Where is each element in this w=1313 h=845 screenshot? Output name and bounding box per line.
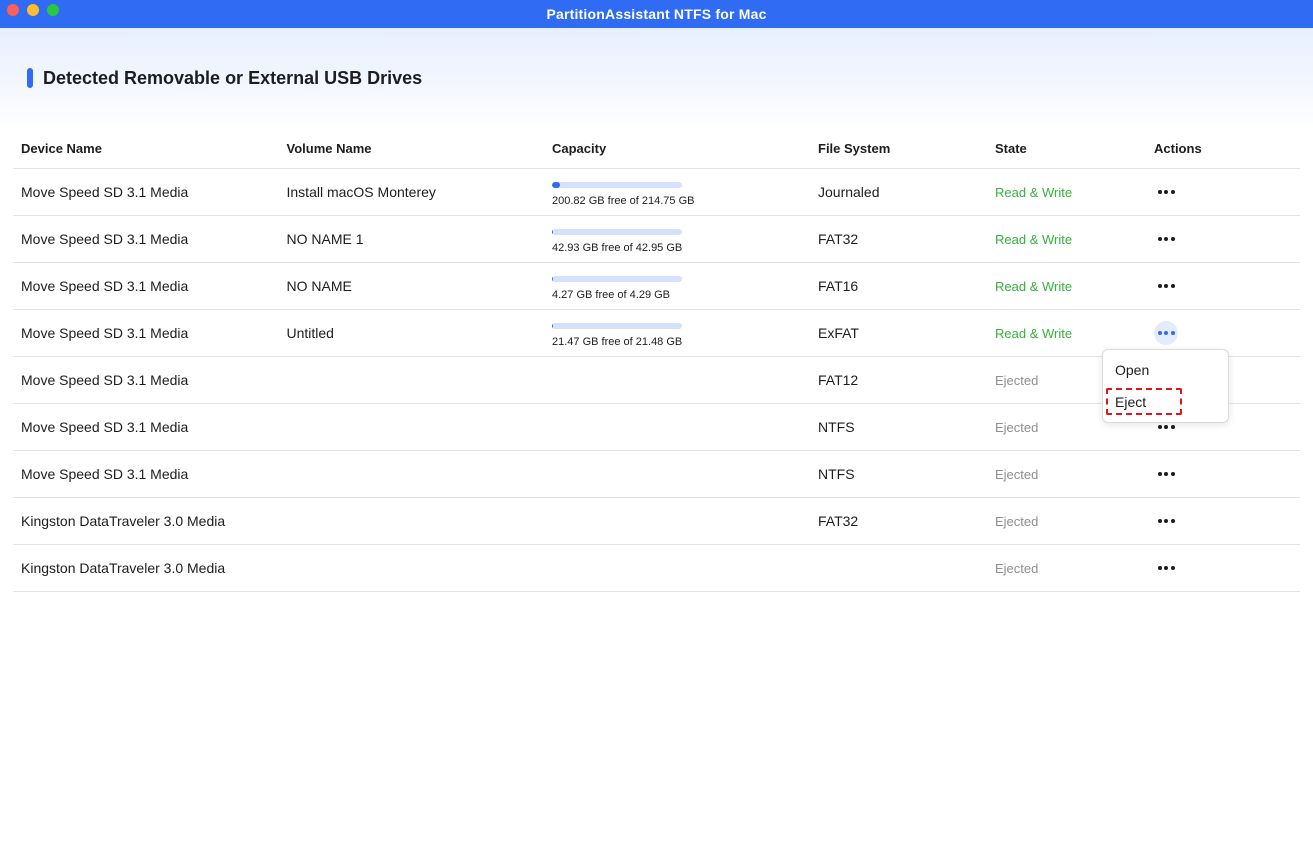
capacity-bar-fill xyxy=(552,228,554,235)
window-controls xyxy=(7,4,59,16)
volume-name: Untitled xyxy=(286,325,334,341)
device-name: Move Speed SD 3.1 Media xyxy=(21,466,189,482)
device-name: Move Speed SD 3.1 Media xyxy=(21,184,189,200)
capacity-bar xyxy=(552,181,682,188)
menu-item-open[interactable]: Open xyxy=(1115,362,1149,378)
volume-name: NO NAME xyxy=(286,278,352,294)
minimize-window-button[interactable] xyxy=(27,4,39,16)
state-label: Ejected xyxy=(995,466,1039,482)
actions-cell xyxy=(1146,556,1296,580)
capacity-bar-fill xyxy=(552,181,561,188)
actions-cell xyxy=(1146,462,1296,486)
actions-cell xyxy=(1146,227,1296,251)
actions-cell xyxy=(1146,509,1296,533)
file-system: NTFS xyxy=(818,466,855,482)
actions-context-menu: Open Eject xyxy=(1102,349,1229,423)
capacity-bar-fill xyxy=(552,322,554,329)
file-system: FAT12 xyxy=(818,372,859,388)
capacity-text: 4.27 GB free of 4.29 GB xyxy=(552,288,671,301)
section-header: Detected Removable or External USB Drive… xyxy=(27,66,422,90)
file-system: Journaled xyxy=(818,184,880,200)
capacity-text: 21.47 GB free of 21.48 GB xyxy=(552,335,683,348)
device-name: Move Speed SD 3.1 Media xyxy=(21,419,189,435)
table-row[interactable]: Move Speed SD 3.1 Media NTFS Ejected xyxy=(13,451,1300,498)
table-row[interactable]: Move Speed SD 3.1 Media NO NAME 4.27 GB fr… xyxy=(13,263,1300,310)
section-accent-bar xyxy=(27,68,33,88)
file-system: ExFAT xyxy=(818,325,859,341)
capacity-bar-fill xyxy=(552,275,554,282)
column-header-device-name: Device Name xyxy=(21,140,102,156)
capacity: 42.93 GB free of 42.95 GB xyxy=(544,225,810,254)
capacity-text: 200.82 GB free of 214.75 GB xyxy=(552,194,695,207)
capacity-cell: 200.82 GB free of 214.75 GB xyxy=(552,178,810,207)
capacity: 4.27 GB free of 4.29 GB xyxy=(544,272,810,301)
table-row[interactable]: Move Speed SD 3.1 Media Install macOS Mon… xyxy=(13,169,1300,216)
window-title: PartitionAssistant NTFS for Mac xyxy=(546,6,767,22)
table-row[interactable]: Kingston DataTraveler 3.0 Media FAT32 Ejec… xyxy=(13,498,1300,545)
actions-cell xyxy=(1146,321,1296,345)
capacity-text: 42.93 GB free of 42.95 GB xyxy=(552,241,683,254)
more-dots-icon xyxy=(1157,425,1175,429)
file-system: FAT16 xyxy=(818,278,859,294)
file-system: FAT32 xyxy=(818,513,859,529)
column-header-actions: Actions xyxy=(1154,140,1202,156)
capacity-bar xyxy=(552,275,682,282)
column-header-file-system: File System xyxy=(818,140,891,156)
more-actions-button[interactable] xyxy=(1154,180,1178,204)
capacity-cell: 42.93 GB free of 42.95 GB xyxy=(552,225,810,254)
table-row[interactable]: Move Speed SD 3.1 Media NO NAME 1 42.93 GB… xyxy=(13,216,1300,263)
more-dots-icon xyxy=(1157,190,1175,194)
capacity-bar xyxy=(552,228,682,235)
maximize-window-button[interactable] xyxy=(47,4,59,16)
state-label: Read & Write xyxy=(995,184,1073,200)
close-window-button[interactable] xyxy=(7,4,19,16)
more-dots-icon xyxy=(1157,237,1175,241)
table-header: Device Name Volume Name Capacity File Sy… xyxy=(13,128,1300,169)
device-name: Kingston DataTraveler 3.0 Media xyxy=(21,513,226,529)
more-actions-button[interactable] xyxy=(1154,556,1178,580)
more-dots-icon xyxy=(1157,566,1175,570)
device-name: Move Speed SD 3.1 Media xyxy=(21,325,189,341)
title-bar: PartitionAssistant NTFS for Mac xyxy=(0,0,1313,28)
file-system: FAT32 xyxy=(818,231,859,247)
device-name: Move Speed SD 3.1 Media xyxy=(21,372,189,388)
more-dots-icon xyxy=(1157,331,1175,335)
state-label: Read & Write xyxy=(995,325,1073,341)
state-label: Read & Write xyxy=(995,231,1073,247)
actions-cell xyxy=(1146,180,1296,204)
section-title: Detected Removable or External USB Drive… xyxy=(43,67,423,88)
more-dots-icon xyxy=(1157,284,1175,288)
capacity-cell: 21.47 GB free of 21.48 GB xyxy=(552,319,810,348)
device-name: Move Speed SD 3.1 Media xyxy=(21,231,189,247)
device-name: Move Speed SD 3.1 Media xyxy=(21,278,189,294)
more-dots-icon xyxy=(1157,472,1175,476)
more-actions-button[interactable] xyxy=(1154,462,1178,486)
file-system: NTFS xyxy=(818,419,855,435)
table-row[interactable]: Kingston DataTraveler 3.0 Media Ejected xyxy=(13,545,1300,592)
more-actions-button[interactable] xyxy=(1154,321,1178,345)
column-header-state: State xyxy=(995,140,1027,156)
more-actions-button[interactable] xyxy=(1154,227,1178,251)
more-dots-icon xyxy=(1157,519,1175,523)
capacity: 200.82 GB free of 214.75 GB xyxy=(544,178,810,207)
capacity-cell: 4.27 GB free of 4.29 GB xyxy=(552,272,810,301)
column-header-capacity: Capacity xyxy=(552,140,607,156)
more-actions-button[interactable] xyxy=(1154,509,1178,533)
capacity: 21.47 GB free of 21.48 GB xyxy=(544,319,810,348)
state-label: Ejected xyxy=(995,560,1039,576)
column-header-volume-name: Volume Name xyxy=(286,140,372,156)
state-label: Ejected xyxy=(995,513,1039,529)
more-actions-button[interactable] xyxy=(1154,274,1178,298)
actions-cell xyxy=(1146,274,1296,298)
state-label: Read & Write xyxy=(995,278,1073,294)
menu-item-eject[interactable]: Eject xyxy=(1115,394,1146,410)
device-name: Kingston DataTraveler 3.0 Media xyxy=(21,560,226,576)
volume-name: NO NAME 1 xyxy=(286,231,364,247)
volume-name: Install macOS Monterey xyxy=(286,184,436,200)
capacity-bar xyxy=(552,322,682,329)
